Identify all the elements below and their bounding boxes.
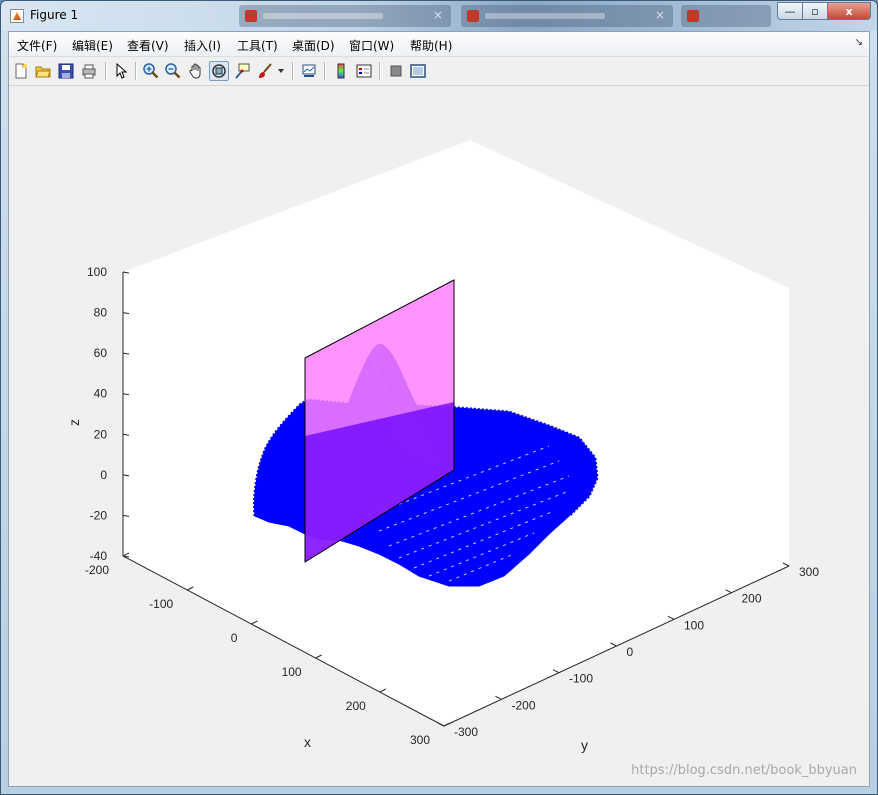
menu-insert[interactable]: 插入(I) — [184, 37, 221, 54]
menu-window[interactable]: 窗口(W) — [349, 37, 394, 54]
y-tick-label: 100 — [684, 618, 704, 632]
plot-area[interactable]: 100 80 60 40 20 0 -20 -40 -200 -100 0 100 200 300 -300… — [9, 86, 869, 786]
menu-tools[interactable]: 工具(T) — [237, 37, 278, 54]
tab-text-blur — [485, 13, 605, 19]
z-tick-label: 100 — [87, 265, 107, 279]
toolbar-separator — [105, 62, 107, 80]
app-icon — [245, 10, 257, 22]
z-tick-label: 80 — [94, 306, 108, 320]
minimize-icon: — — [784, 4, 796, 18]
toolbar-separator — [135, 62, 137, 80]
z-tick-label: -20 — [90, 508, 108, 522]
figure-window: Figure 1 × × — ▫ x 文件(F) 编辑(E) 查看(V) 插入(… — [0, 0, 878, 795]
y-tick-label: 300 — [799, 565, 819, 579]
brush-dropdown-icon[interactable] — [275, 61, 287, 81]
x-tick-label: -200 — [85, 563, 109, 577]
z-tick-label: 0 — [100, 468, 107, 482]
x-tick-label: 0 — [231, 631, 238, 645]
maximize-icon: ▫ — [811, 4, 819, 18]
link-plot-icon[interactable] — [299, 61, 319, 81]
close-icon[interactable]: × — [433, 8, 443, 22]
menu-edit[interactable]: 编辑(E) — [72, 37, 113, 54]
save-icon[interactable] — [56, 61, 76, 81]
y-tick-label: 0 — [627, 645, 634, 659]
menu-help[interactable]: 帮助(H) — [410, 37, 452, 54]
z-tick-label: 40 — [94, 387, 108, 401]
matlab-logo-icon — [10, 9, 24, 23]
show-plot-tools-icon[interactable] — [408, 61, 428, 81]
watermark: https://blog.csdn.net/book_bbyuan — [631, 763, 857, 778]
y-tick-label: -100 — [569, 672, 593, 686]
toolbar-separator — [324, 62, 326, 80]
open-file-icon[interactable] — [33, 61, 53, 81]
z-axis-label: z — [66, 419, 82, 426]
background-window-tab[interactable] — [681, 5, 771, 27]
close-icon: x — [845, 4, 853, 18]
rotate-3d-icon[interactable] — [209, 61, 229, 81]
close-icon[interactable]: × — [655, 8, 665, 22]
app-icon — [467, 10, 479, 22]
toolbar-separator — [379, 62, 381, 80]
pan-hand-icon[interactable] — [186, 61, 206, 81]
x-tick-label: 300 — [410, 733, 430, 747]
figure-client-area: 文件(F) 编辑(E) 查看(V) 插入(I) 工具(T) 桌面(D) 窗口(W… — [8, 31, 870, 787]
z-tick-label: -40 — [90, 549, 108, 563]
background-window-tab[interactable]: × — [461, 5, 673, 27]
brush-icon[interactable] — [255, 61, 275, 81]
new-figure-icon[interactable] — [11, 61, 31, 81]
y-tick-label: -200 — [512, 698, 536, 712]
y-tick-label: 200 — [742, 592, 762, 606]
window-title: Figure 1 — [30, 8, 79, 22]
zoom-in-icon[interactable] — [141, 61, 161, 81]
hide-plot-tools-icon[interactable] — [386, 61, 406, 81]
z-tick-label: 20 — [94, 427, 108, 441]
minimize-button[interactable]: — — [777, 2, 803, 20]
x-tick-label: 200 — [346, 699, 366, 713]
app-icon — [687, 10, 699, 22]
close-button[interactable]: x — [827, 2, 871, 20]
toolbar-separator — [292, 62, 294, 80]
background-window-tab[interactable]: × — [239, 5, 451, 27]
data-cursor-icon[interactable] — [232, 61, 252, 81]
print-icon[interactable] — [79, 61, 99, 81]
x-axis-label: x — [304, 734, 311, 750]
colorbar-icon[interactable] — [331, 61, 351, 81]
3d-axes[interactable]: 100806040200-20-40-200-1000100200300-300… — [9, 86, 869, 786]
menu-file[interactable]: 文件(F) — [17, 37, 57, 54]
legend-icon[interactable] — [354, 61, 374, 81]
menu-desktop[interactable]: 桌面(D) — [292, 37, 335, 54]
figure-toolbar — [9, 57, 869, 86]
menu-view[interactable]: 查看(V) — [127, 37, 169, 54]
zoom-out-icon[interactable] — [163, 61, 183, 81]
dock-arrow-icon[interactable]: ↘ — [855, 37, 863, 48]
tab-text-blur — [263, 13, 383, 19]
y-axis-label: y — [581, 737, 588, 753]
maximize-button[interactable]: ▫ — [802, 2, 828, 20]
title-bar[interactable]: Figure 1 × × — ▫ x — [1, 1, 877, 31]
pointer-icon[interactable] — [111, 61, 131, 81]
window-controls: — ▫ x — [777, 2, 871, 22]
x-tick-label: -100 — [149, 597, 173, 611]
z-tick-label: 60 — [94, 346, 108, 360]
menu-bar: 文件(F) 编辑(E) 查看(V) 插入(I) 工具(T) 桌面(D) 窗口(W… — [9, 32, 869, 57]
y-tick-label: -300 — [454, 725, 478, 739]
x-tick-label: 100 — [282, 665, 302, 679]
